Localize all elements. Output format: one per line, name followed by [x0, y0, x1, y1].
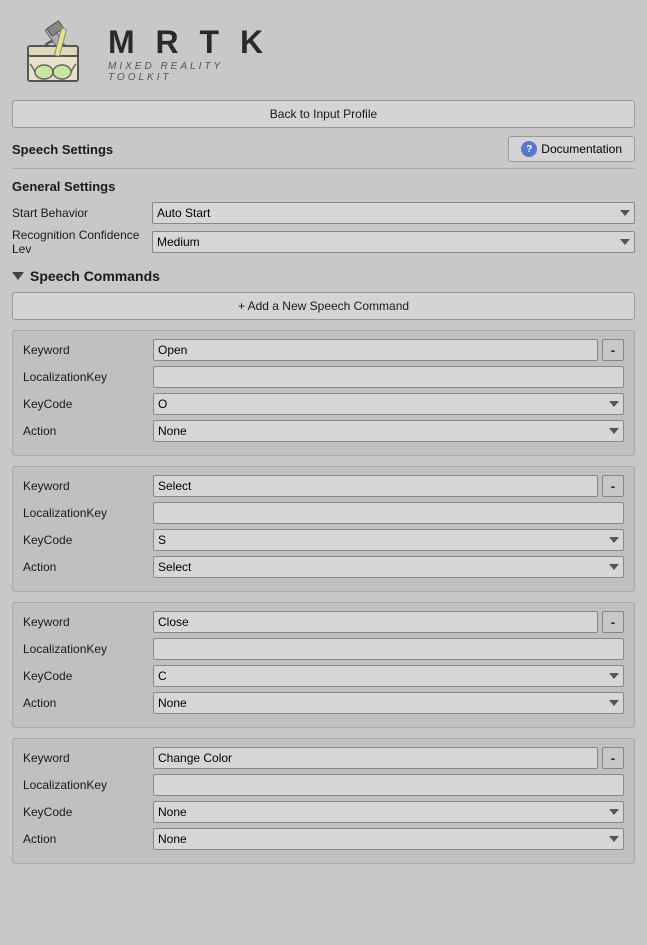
keycode-row-0: KeyCode O None [23, 393, 624, 415]
localization-label-1: LocalizationKey [23, 506, 153, 520]
add-speech-command-button[interactable]: + Add a New Speech Command [12, 292, 635, 320]
command-card-1: Keyword - LocalizationKey KeyCode S None… [12, 466, 635, 592]
keycode-label-1: KeyCode [23, 533, 153, 547]
keyword-label-1: Keyword [23, 479, 153, 493]
recognition-confidence-row: Recognition Confidence Lev Low Medium Hi… [12, 228, 635, 256]
localization-row-1: LocalizationKey [23, 502, 624, 524]
action-row-2: Action None Select [23, 692, 624, 714]
keycode-select-1[interactable]: S None [153, 529, 624, 551]
app-header: M R T K MIXED REALITY TOOLKIT [0, 0, 647, 100]
expand-collapse-triangle[interactable] [12, 272, 24, 280]
start-behavior-select[interactable]: Auto Start Manual Start [152, 202, 635, 224]
keycode-select-0[interactable]: O None [153, 393, 624, 415]
action-label-1: Action [23, 560, 153, 574]
documentation-icon: ? [521, 141, 537, 157]
keycode-row-1: KeyCode S None [23, 529, 624, 551]
localization-label-3: LocalizationKey [23, 778, 153, 792]
localization-row-3: LocalizationKey [23, 774, 624, 796]
keycode-label-2: KeyCode [23, 669, 153, 683]
general-settings-section: General Settings Start Behavior Auto Sta… [12, 179, 635, 256]
localization-row-2: LocalizationKey [23, 638, 624, 660]
logo-text-block: M R T K MIXED REALITY TOOLKIT [108, 24, 269, 83]
keycode-label-3: KeyCode [23, 805, 153, 819]
action-label-3: Action [23, 832, 153, 846]
keyword-input-wrap-2: - [153, 611, 624, 633]
action-select-2[interactable]: None Select [153, 692, 624, 714]
action-row-1: Action None Select [23, 556, 624, 578]
keyword-label-0: Keyword [23, 343, 153, 357]
command-card-0: Keyword - LocalizationKey KeyCode O None… [12, 330, 635, 456]
localization-input-2[interactable] [153, 638, 624, 660]
back-to-input-profile-button[interactable]: Back to Input Profile [12, 100, 635, 128]
recognition-confidence-select[interactable]: Low Medium High [152, 231, 635, 253]
keycode-label-0: KeyCode [23, 397, 153, 411]
keyword-input-wrap-3: - [153, 747, 624, 769]
keyword-label-2: Keyword [23, 615, 153, 629]
localization-label-0: LocalizationKey [23, 370, 153, 384]
keyword-input-2[interactable] [153, 611, 598, 633]
localization-input-1[interactable] [153, 502, 624, 524]
title-row: Speech Settings ? Documentation [12, 136, 635, 162]
speech-commands-title: Speech Commands [30, 268, 160, 284]
command-card-3: Keyword - LocalizationKey KeyCode None C… [12, 738, 635, 864]
keyword-row-1: Keyword - [23, 475, 624, 497]
remove-command-button-1[interactable]: - [602, 475, 624, 497]
localization-input-0[interactable] [153, 366, 624, 388]
main-content: Back to Input Profile Speech Settings ? … [0, 100, 647, 894]
page-title: Speech Settings [12, 142, 113, 157]
remove-command-button-3[interactable]: - [602, 747, 624, 769]
keycode-select-2[interactable]: C None [153, 665, 624, 687]
keyword-input-3[interactable] [153, 747, 598, 769]
action-select-3[interactable]: None Select [153, 828, 624, 850]
localization-row-0: LocalizationKey [23, 366, 624, 388]
keyword-row-0: Keyword - [23, 339, 624, 361]
action-label-2: Action [23, 696, 153, 710]
action-row-3: Action None Select [23, 828, 624, 850]
keycode-row-3: KeyCode None C O S [23, 801, 624, 823]
action-select-1[interactable]: None Select [153, 556, 624, 578]
command-card-2: Keyword - LocalizationKey KeyCode C None… [12, 602, 635, 728]
keyword-input-wrap-0: - [153, 339, 624, 361]
recognition-confidence-label: Recognition Confidence Lev [12, 228, 152, 256]
title-divider [12, 168, 635, 169]
mrtk-logo-icon [20, 18, 90, 88]
remove-command-button-2[interactable]: - [602, 611, 624, 633]
keyword-input-0[interactable] [153, 339, 598, 361]
action-row-0: Action None Select [23, 420, 624, 442]
localization-input-3[interactable] [153, 774, 624, 796]
start-behavior-label: Start Behavior [12, 206, 152, 220]
remove-command-button-0[interactable]: - [602, 339, 624, 361]
logo-title: M R T K [108, 24, 269, 61]
keycode-select-3[interactable]: None C O S [153, 801, 624, 823]
keyword-label-3: Keyword [23, 751, 153, 765]
speech-commands-header: Speech Commands [12, 268, 635, 284]
action-select-0[interactable]: None Select [153, 420, 624, 442]
logo-subtitle-line1: MIXED REALITY [108, 61, 269, 72]
keyword-input-1[interactable] [153, 475, 598, 497]
keyword-input-wrap-1: - [153, 475, 624, 497]
logo-subtitle-line2: TOOLKIT [108, 72, 269, 83]
keycode-row-2: KeyCode C None [23, 665, 624, 687]
speech-commands-section: Speech Commands + Add a New Speech Comma… [12, 268, 635, 864]
documentation-button[interactable]: ? Documentation [508, 136, 635, 162]
start-behavior-row: Start Behavior Auto Start Manual Start [12, 202, 635, 224]
keyword-row-3: Keyword - [23, 747, 624, 769]
action-label-0: Action [23, 424, 153, 438]
localization-label-2: LocalizationKey [23, 642, 153, 656]
keyword-row-2: Keyword - [23, 611, 624, 633]
general-settings-title: General Settings [12, 179, 635, 194]
documentation-label: Documentation [541, 142, 622, 156]
